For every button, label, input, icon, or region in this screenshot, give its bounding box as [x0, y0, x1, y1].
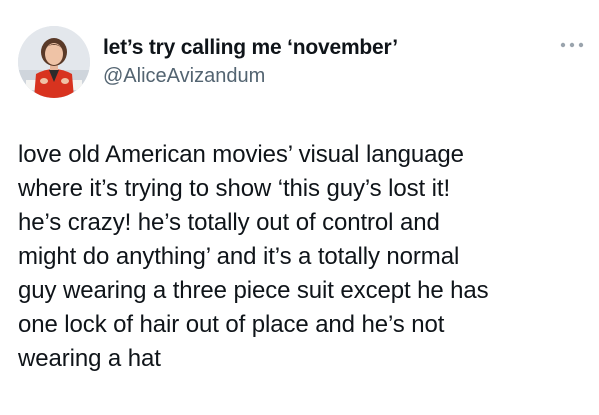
- avatar[interactable]: [18, 26, 90, 98]
- tweet-card: let’s try calling me ‘november’ @AliceAv…: [0, 0, 599, 415]
- tweet-text-line: might do anything’ and it’s a totally no…: [18, 243, 460, 270]
- tweet-text-line: wearing a hat: [18, 345, 161, 372]
- ellipsis-icon: [560, 42, 584, 48]
- tweet-text: love old American movies’ visual languag…: [18, 138, 588, 376]
- tweet-text-line: where it’s trying to show ‘this guy’s lo…: [18, 175, 451, 202]
- tweet-text-line: one lock of hair out of place and he’s n…: [18, 311, 445, 338]
- tweet-text-line: guy wearing a three piece suit except he…: [18, 277, 489, 304]
- tweet-text-line: love old American movies’ visual languag…: [18, 141, 464, 168]
- more-options-button[interactable]: [559, 36, 585, 54]
- profile-photo-icon: [18, 26, 90, 98]
- author-display-name[interactable]: let’s try calling me ‘november’: [103, 36, 398, 60]
- author-handle[interactable]: @AliceAvizandum: [103, 64, 265, 88]
- tweet-text-line: he’s crazy! he’s totally out of control …: [18, 209, 440, 236]
